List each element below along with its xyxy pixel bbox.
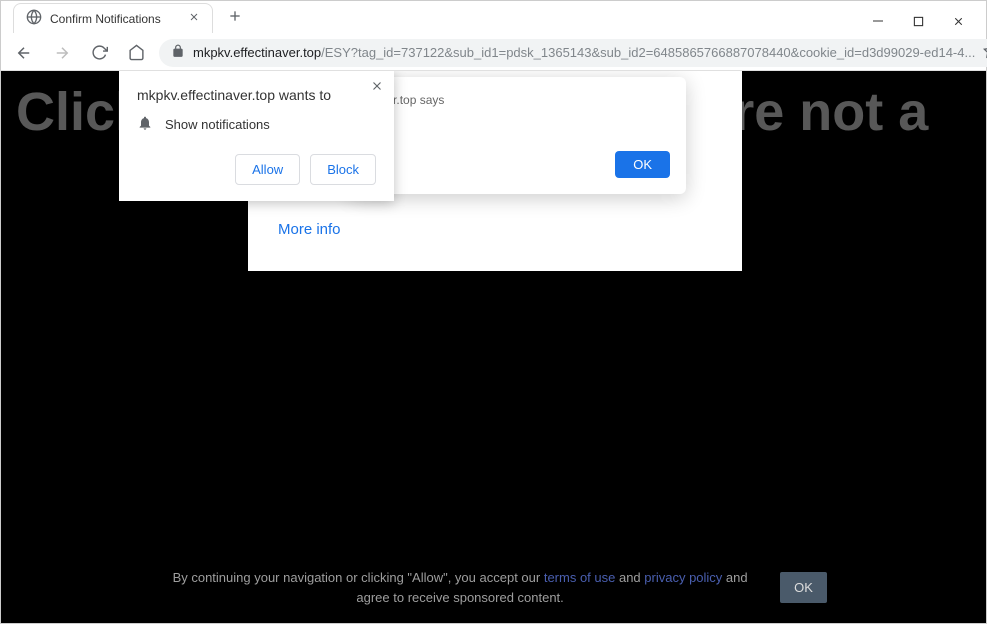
title-bar: Confirm Notifications (1, 1, 986, 35)
window-controls (854, 7, 982, 35)
notification-permission-prompt: mkpkv.effectinaver.top wants to Show not… (119, 71, 394, 201)
alert-origin: naver.top says (367, 93, 670, 107)
alert-ok-button[interactable]: OK (615, 151, 670, 178)
prompt-permission-label: Show notifications (165, 117, 270, 132)
consent-and: and (615, 570, 644, 585)
new-tab-button[interactable] (223, 4, 247, 33)
url-text: mkpkv.effectinaver.top/ESY?tag_id=737122… (193, 45, 975, 60)
page-content: Click ................................ u… (1, 71, 986, 623)
prompt-close-icon[interactable] (370, 79, 384, 98)
terms-link[interactable]: terms of use (544, 570, 616, 585)
prompt-permission-row: Show notifications (137, 115, 376, 134)
back-button[interactable] (9, 38, 39, 68)
address-bar[interactable]: mkpkv.effectinaver.top/ESY?tag_id=737122… (159, 39, 987, 67)
maximize-button[interactable] (906, 9, 930, 33)
close-window-button[interactable] (946, 9, 970, 33)
minimize-button[interactable] (866, 9, 890, 33)
forward-button[interactable] (47, 38, 77, 68)
tabs-area: Confirm Notifications (13, 1, 854, 35)
reload-button[interactable] (85, 38, 114, 67)
browser-tab[interactable]: Confirm Notifications (13, 3, 213, 33)
prompt-actions: Allow Block (137, 154, 376, 185)
browser-window: Confirm Notifications (0, 0, 987, 624)
browser-toolbar: mkpkv.effectinaver.top/ESY?tag_id=737122… (1, 35, 986, 71)
prompt-title: mkpkv.effectinaver.top wants to (137, 87, 376, 103)
consent-ok-button[interactable]: OK (780, 572, 827, 603)
url-domain: mkpkv.effectinaver.top (193, 45, 321, 60)
privacy-link[interactable]: privacy policy (644, 570, 722, 585)
globe-icon (26, 9, 42, 28)
home-button[interactable] (122, 38, 151, 67)
bookmark-star-icon[interactable] (983, 43, 987, 62)
javascript-alert-dialog: naver.top says OK (351, 77, 686, 194)
lock-icon[interactable] (171, 44, 185, 61)
block-button[interactable]: Block (310, 154, 376, 185)
more-info-link[interactable]: More info (278, 221, 341, 238)
alert-actions: OK (367, 151, 670, 178)
tab-close-icon[interactable] (188, 11, 200, 26)
consent-pre: By continuing your navigation or clickin… (173, 570, 544, 585)
consent-bar: By continuing your navigation or clickin… (1, 552, 986, 623)
consent-text: By continuing your navigation or clickin… (160, 568, 760, 607)
url-path: /ESY?tag_id=737122&sub_id1=pdsk_1365143&… (321, 45, 975, 60)
bell-icon (137, 115, 153, 134)
tab-title: Confirm Notifications (50, 12, 180, 26)
allow-button[interactable]: Allow (235, 154, 300, 185)
